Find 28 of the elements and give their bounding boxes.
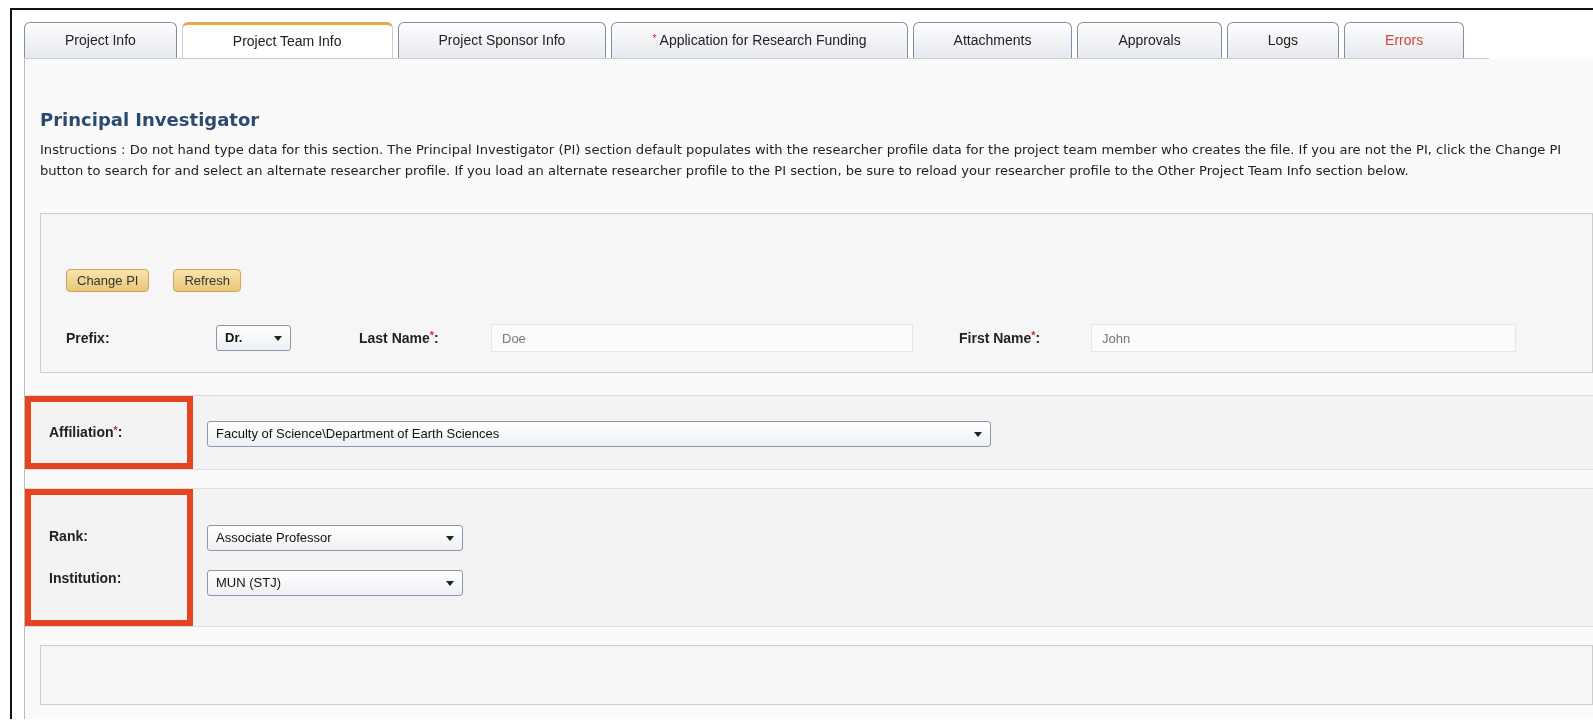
caret-icon xyxy=(274,335,282,341)
section-title: Principal Investigator xyxy=(39,108,261,132)
field-label: Last Name$^{*}$: xyxy=(359,328,440,348)
action-button[interactable]: Change PI xyxy=(66,268,150,293)
text-field[interactable]: Doe xyxy=(491,324,913,353)
field-label: Affiliation$^{*}$: xyxy=(49,422,124,443)
caret-icon xyxy=(446,580,454,586)
tab[interactable]: Project Team Info xyxy=(181,22,393,58)
tab[interactable]: Approvals xyxy=(1077,22,1222,58)
field-label: Prefix: xyxy=(66,328,111,348)
tab[interactable]: Project Info xyxy=(24,22,177,58)
action-button[interactable]: Refresh xyxy=(173,268,241,293)
caret-icon xyxy=(974,431,982,437)
tab[interactable]: $^{*}$ Application for Research Funding xyxy=(611,22,908,58)
dropdown[interactable]: Associate Professor xyxy=(207,525,463,552)
caret-icon xyxy=(446,535,454,541)
tab[interactable]: Attachments xyxy=(912,22,1073,58)
instructions-text: Instructions : Do not hand type data for this section. The Principal Investigator (PI) section default populates with the researcher profile data for the project team member who creates the file. If you are not the PI, click the Change PI button to search for and select an alternate researcher profile. If you load an alternate researcher profile to the PI section, be sure to reload your researcher profile to the Other Project Team Info section below. xyxy=(39,140,1563,180)
tab[interactable]: Errors xyxy=(1344,22,1465,58)
dropdown[interactable]: Faculty of Science\Department of Earth Sciences xyxy=(207,421,991,448)
text-field[interactable]: John xyxy=(1091,324,1516,353)
dropdown[interactable]: Dr. xyxy=(216,325,291,352)
tab[interactable]: Logs xyxy=(1226,22,1340,58)
tab[interactable]: Project Sponsor Info xyxy=(397,22,607,58)
field-label: Institution: xyxy=(49,569,123,589)
field-label: Rank: xyxy=(49,527,89,547)
dropdown[interactable]: MUN (STJ) xyxy=(207,570,463,597)
field-label: First Name$^{*}$: xyxy=(959,328,1042,348)
